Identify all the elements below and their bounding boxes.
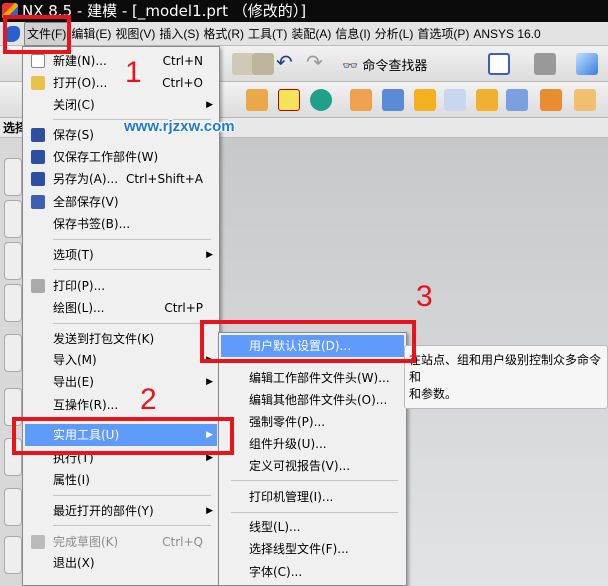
unite-icon[interactable] xyxy=(310,89,332,111)
separator xyxy=(53,525,211,526)
trim-body-icon[interactable] xyxy=(506,89,528,111)
tooltip: 在站点、组和用户级别控制众多命令和 和参数。 xyxy=(404,345,608,409)
menu-preferences[interactable]: 首选项(P) xyxy=(415,23,471,45)
save-work-part-icon xyxy=(31,150,45,164)
annotation-number-1: 1 xyxy=(125,56,142,89)
annotation-box-utilities xyxy=(12,417,234,455)
menu-item-finish-sketch[interactable]: 完成草图(K) Ctrl+Q xyxy=(25,531,217,553)
annotation-number-2: 2 xyxy=(140,383,157,416)
paste-icon[interactable] xyxy=(252,53,274,75)
sweep-icon[interactable] xyxy=(382,89,404,111)
menu-item-options[interactable]: 选项(T) ▶ xyxy=(25,244,217,266)
menu-item-send-to-package[interactable]: 发送到打包文件(K) xyxy=(25,328,217,350)
menu-item-export[interactable]: 导出(E) ▶ xyxy=(25,371,217,393)
menu-item-close[interactable]: 关闭(C) ▶ xyxy=(25,94,217,116)
palette-tab[interactable] xyxy=(4,536,22,574)
command-finder-label: 命令查找器 xyxy=(362,59,428,74)
menu-item-save-work-part[interactable]: 仅保存工作部件(W) xyxy=(25,146,217,168)
render-style-icon[interactable] xyxy=(534,53,556,75)
separator xyxy=(53,269,211,270)
fit-view-icon[interactable] xyxy=(488,53,510,75)
menu-item-properties[interactable]: 属性(I) xyxy=(25,469,217,491)
menu-item-fonts[interactable]: 字体(C)... xyxy=(221,561,404,583)
binoculars-icon: 👓 xyxy=(342,59,359,74)
part-navigator-tab[interactable] xyxy=(4,242,22,280)
menu-ansys[interactable]: ANSYS 16.0 xyxy=(471,23,542,45)
submenu-arrow-icon: ▶ xyxy=(206,506,213,516)
cube-view-icon[interactable] xyxy=(576,53,598,75)
draft-icon[interactable] xyxy=(574,89,596,111)
pattern-icon[interactable] xyxy=(278,89,300,111)
offset-face-icon[interactable] xyxy=(540,89,562,111)
menu-item-save-bookmark[interactable]: 保存书签(B)... xyxy=(25,213,217,235)
menu-item-select-line-type-file[interactable]: 选择线型文件(F)... xyxy=(221,538,404,560)
submenu-arrow-icon: ▶ xyxy=(206,250,213,260)
save-all-icon xyxy=(31,195,45,209)
command-finder-button[interactable]: 👓 命令查找器 xyxy=(342,55,427,74)
title-bar: NX 8.5 - 建模 - [_model1.prt （修改的）] xyxy=(0,0,608,22)
menu-bar: 文件(F) 编辑(E) 视图(V) 插入(S) 格式(R) 工具(T) 装配(A… xyxy=(0,21,608,46)
annotation-number-3: 3 xyxy=(416,280,433,313)
separator xyxy=(53,495,211,496)
submenu-arrow-icon: ▶ xyxy=(206,377,213,387)
menu-item-component-upgrade[interactable]: 组件升级(U)... xyxy=(221,433,404,455)
menu-item-edit-other-part-header[interactable]: 编辑其他部件文件头(O)... xyxy=(221,389,404,411)
menu-information[interactable]: 信息(I) xyxy=(333,23,372,45)
menu-item-import[interactable]: 导入(M) ▶ xyxy=(25,349,217,371)
utilities-submenu: 用户默认设置(D)... 编辑工作部件文件头(W)... 编辑其他部件文件头(O… xyxy=(218,332,407,586)
menu-format[interactable]: 格式(R) xyxy=(201,23,246,45)
save-icon xyxy=(31,128,45,142)
separator xyxy=(53,323,211,324)
annotation-box-file xyxy=(3,15,71,54)
finish-flag-icon xyxy=(31,535,45,549)
menu-tools[interactable]: 工具(T) xyxy=(246,23,289,45)
menu-analysis[interactable]: 分析(L) xyxy=(373,23,416,45)
menu-item-plot[interactable]: 绘图(L)... Ctrl+P xyxy=(25,297,217,319)
separator xyxy=(231,480,398,481)
menu-item-line-type[interactable]: 线型(L)... xyxy=(221,516,404,538)
tooltip-line: 在站点、组和用户级别控制众多命令和 xyxy=(409,353,602,384)
boss-icon[interactable] xyxy=(246,89,268,111)
menu-item-recent-parts[interactable]: 最近打开的部件(Y) ▶ xyxy=(25,500,217,522)
redo-icon[interactable]: ↷ xyxy=(306,50,323,74)
tooltip-line: 和参数。 xyxy=(409,387,458,401)
shell-icon[interactable] xyxy=(476,89,498,111)
new-file-icon xyxy=(31,54,45,68)
menu-item-printer-admin[interactable]: 打印机管理(I)... xyxy=(221,486,404,508)
annotation-box-user-defaults xyxy=(200,320,416,363)
menu-item-print[interactable]: 打印(P)... xyxy=(25,275,217,297)
save-as-icon xyxy=(31,172,45,186)
menu-edit[interactable]: 编辑(E) xyxy=(69,23,113,45)
printer-icon xyxy=(31,279,45,293)
menu-item-open[interactable]: 打开(O)... Ctrl+O xyxy=(25,72,217,94)
menu-assembly[interactable]: 装配(A) xyxy=(289,23,333,45)
watermark: www.rjzxw.com xyxy=(124,118,235,135)
separator xyxy=(53,239,211,240)
resource-bar xyxy=(0,138,24,586)
menu-view[interactable]: 视图(V) xyxy=(113,23,157,45)
system-materials-tab[interactable] xyxy=(4,488,22,526)
chamfer-icon[interactable] xyxy=(444,89,466,111)
menu-item-edit-work-part-header[interactable]: 编辑工作部件文件头(W)... xyxy=(221,367,404,389)
assembly-navigator-tab[interactable] xyxy=(4,158,22,196)
menu-item-visual-report[interactable]: 定义可视报告(V)... xyxy=(221,455,404,477)
separator xyxy=(231,512,398,513)
constraint-navigator-tab[interactable] xyxy=(4,200,22,238)
reuse-library-tab[interactable] xyxy=(4,284,22,322)
undo-icon[interactable]: ↶ xyxy=(276,50,293,74)
menu-insert[interactable]: 插入(S) xyxy=(157,23,201,45)
submenu-arrow-icon: ▶ xyxy=(206,100,213,110)
open-folder-icon xyxy=(31,76,45,90)
menu-item-exit[interactable]: 退出(X) xyxy=(25,552,217,574)
menu-item-save-as[interactable]: 另存为(A)... Ctrl+Shift+A xyxy=(25,168,217,190)
menu-item-enforce-part[interactable]: 强制零件(P)... xyxy=(221,411,404,433)
menu-item-interoperate[interactable]: 互操作(R)... xyxy=(25,394,217,416)
info-tab[interactable] xyxy=(4,334,22,372)
edge-blend-icon[interactable] xyxy=(414,89,436,111)
copy-icon[interactable] xyxy=(232,53,254,75)
block-icon[interactable] xyxy=(350,89,372,111)
menu-item-save-all[interactable]: 全部保存(V) xyxy=(25,191,217,213)
